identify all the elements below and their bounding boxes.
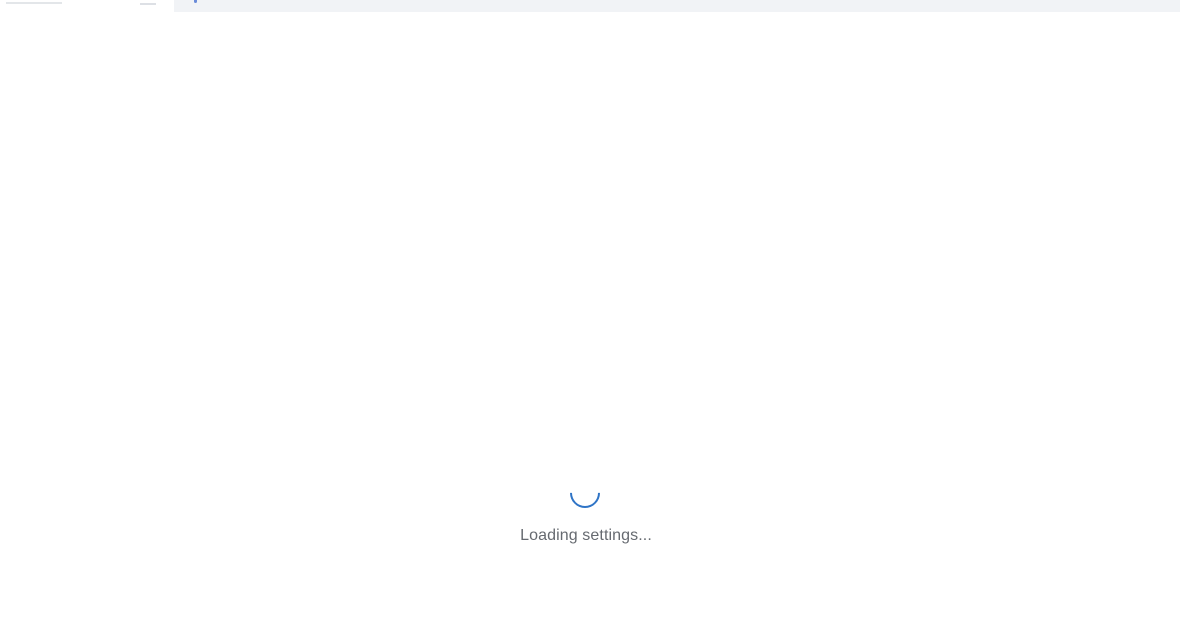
top-header-bar <box>174 0 1180 12</box>
loading-spinner-icon <box>563 471 607 515</box>
sidebar-header <box>0 0 174 12</box>
settings-page: Loading settings... <box>0 0 1180 620</box>
loading-message: Loading settings... <box>520 527 652 544</box>
truncated-sidebar-title <box>6 0 62 4</box>
truncated-sidebar-control <box>140 0 156 5</box>
loading-indicator: Loading settings... <box>0 471 1180 564</box>
truncated-header-link <box>194 0 197 3</box>
